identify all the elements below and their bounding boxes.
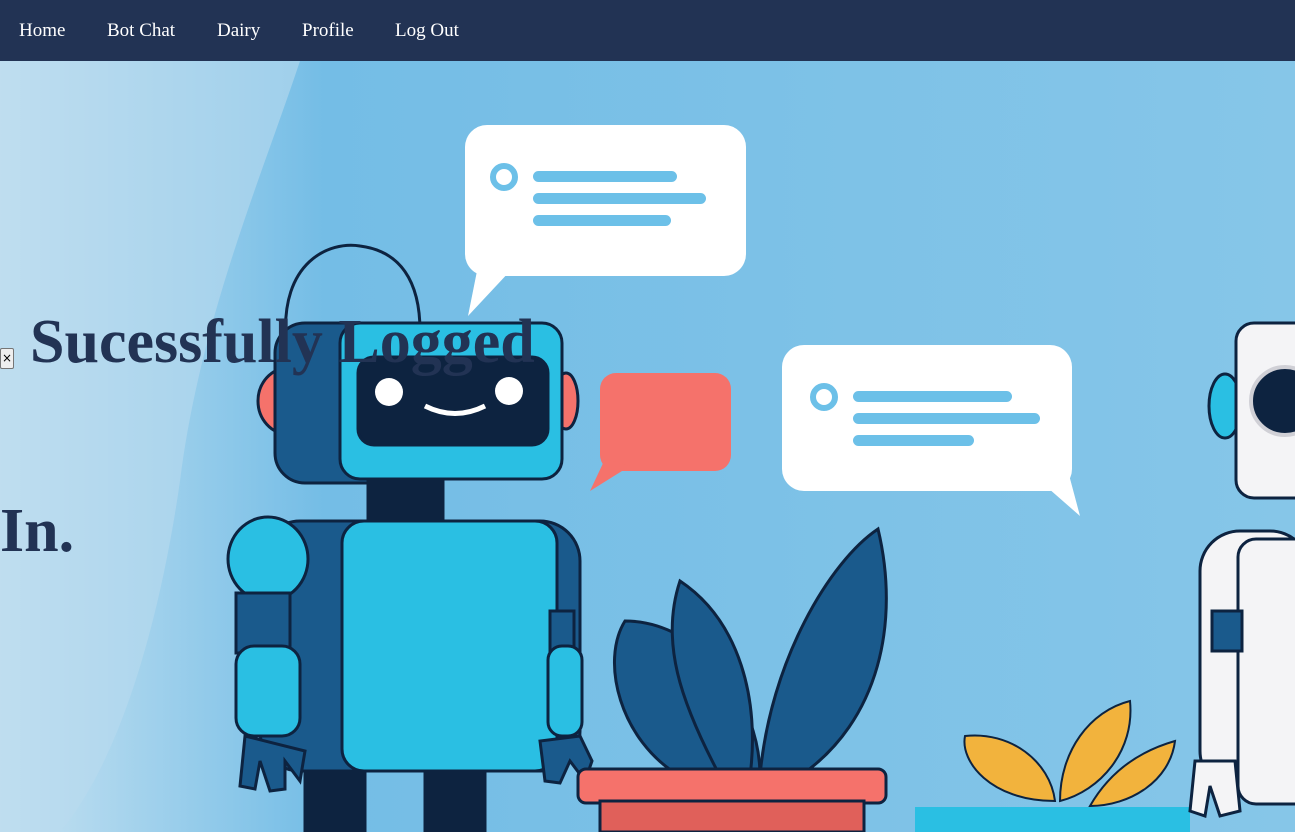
- robots-chat-illustration: [0, 61, 1295, 832]
- hero-background: [0, 61, 1295, 832]
- nav-bot-chat-link[interactable]: Bot Chat: [107, 20, 175, 42]
- close-icon: ×: [1, 351, 13, 365]
- message-line-1: Sucessfully Logged: [30, 308, 535, 376]
- close-alert-button[interactable]: ×: [0, 348, 14, 369]
- top-navbar: Home Bot Chat Dairy Profile Log Out: [0, 0, 1295, 61]
- nav-profile-link[interactable]: Profile: [302, 20, 354, 42]
- speech-bubble-right: [782, 345, 1080, 516]
- message-line-2: In.: [0, 497, 75, 565]
- nav-home-link[interactable]: Home: [19, 20, 65, 42]
- nav-logout-link[interactable]: Log Out: [395, 20, 459, 42]
- nav-dairy-link[interactable]: Dairy: [217, 20, 260, 42]
